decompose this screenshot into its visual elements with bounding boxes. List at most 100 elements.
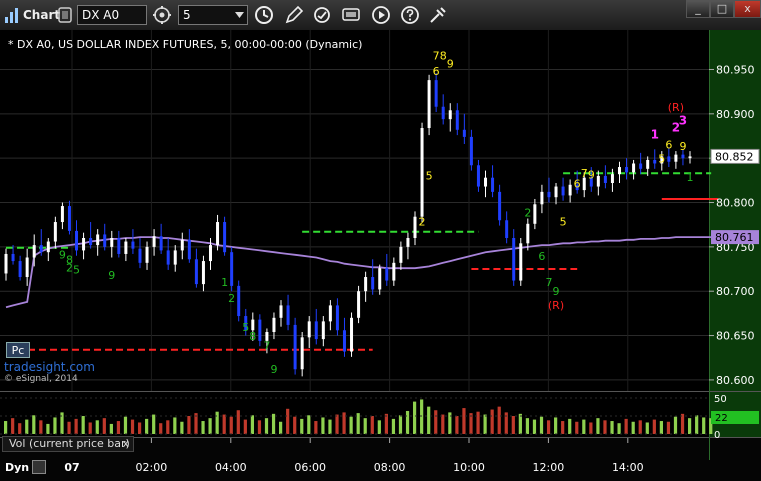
volume-bar <box>279 421 283 434</box>
volume-bar <box>638 420 642 434</box>
ma-price-marker: 80.761 <box>711 230 759 245</box>
volume-bar <box>441 414 445 434</box>
volume-bar <box>46 423 50 434</box>
play-icon[interactable] <box>370 4 392 26</box>
candle-body <box>251 319 255 331</box>
volume-bar <box>391 418 396 434</box>
toolbar: Chart DX A0 5 _ □ x <box>0 0 761 31</box>
watermark: tradesight.com <box>4 360 95 374</box>
td-annotation: 8 <box>249 330 256 343</box>
price-chart[interactable]: 9 82 5 91258792567 892679(R)567 956 91123(R) 8… <box>0 30 761 481</box>
td-annotation: 1 <box>651 128 659 142</box>
dyn-lock-icon[interactable] <box>32 460 46 474</box>
price-tick-label: 80.950 <box>716 63 755 76</box>
dyn-label[interactable]: Dyn <box>5 461 29 474</box>
td-annotation: 9 <box>553 285 560 298</box>
lock-icon[interactable] <box>58 5 72 25</box>
volume-bar <box>166 420 170 434</box>
minimize-button[interactable]: _ <box>686 0 710 18</box>
volume-bar <box>680 413 685 434</box>
candle-body <box>46 241 50 253</box>
candle-body <box>688 156 692 159</box>
volume-bar <box>81 416 85 434</box>
td-annotation: 5 <box>426 169 433 182</box>
candle-body <box>667 156 671 162</box>
close-button[interactable]: x <box>734 0 761 18</box>
interval-select[interactable]: 5 <box>178 5 248 25</box>
volume-bar <box>405 410 410 434</box>
volume-study-label[interactable]: Vol (current price bar) x <box>2 436 134 452</box>
candle-body <box>75 230 79 251</box>
close-study-icon[interactable]: x <box>122 437 129 451</box>
td-annotation: 3 <box>679 113 687 127</box>
volume-bar <box>490 409 494 434</box>
td-annotation: 8 <box>440 50 447 63</box>
td-annotation: 9 <box>270 363 277 376</box>
volume-bar <box>250 415 255 434</box>
volume-bar <box>398 415 403 434</box>
td-annotation: (R) <box>548 299 564 312</box>
refresh-icon[interactable] <box>311 4 333 26</box>
pc-button[interactable]: Pc <box>6 342 30 358</box>
candle-body <box>89 237 93 246</box>
candle-body <box>208 245 212 262</box>
candle-body <box>279 305 283 318</box>
candle-body <box>32 245 36 258</box>
volume-bar <box>18 423 22 434</box>
volume-bar <box>67 421 71 434</box>
volume-bar <box>243 419 247 434</box>
volume-bar <box>412 401 417 434</box>
candle-body <box>413 216 417 238</box>
td-annotation: 6 <box>433 65 440 78</box>
cycle-icon[interactable] <box>151 5 173 25</box>
volume-bar <box>617 423 621 434</box>
volume-pane <box>0 392 709 437</box>
td-annotation: 6 <box>538 250 545 263</box>
candle-body <box>110 237 114 247</box>
td-annotation: 9 <box>447 58 454 71</box>
candle-body <box>103 234 107 247</box>
candle-body <box>540 191 544 205</box>
td-annotation: 2 <box>524 207 531 220</box>
volume-bar <box>215 411 219 434</box>
volume-bar <box>688 418 692 434</box>
candle-body <box>124 241 128 254</box>
volume-bar <box>152 414 156 434</box>
volume-bar <box>532 419 537 434</box>
cursor-icon[interactable] <box>340 4 362 26</box>
volume-current-label: 22 <box>715 413 728 424</box>
volume-bar <box>539 416 544 434</box>
candle-body <box>476 165 480 187</box>
td-annotation: 5 <box>73 263 80 276</box>
volume-bar <box>525 418 530 434</box>
td-annotation: 2 <box>228 292 235 305</box>
candle-body <box>378 268 382 290</box>
volume-bar <box>25 419 29 434</box>
candle-body <box>357 291 361 318</box>
tools-icon[interactable] <box>427 4 449 26</box>
volume-bar <box>624 418 628 434</box>
app-label: Chart <box>23 8 61 22</box>
candle-body <box>639 163 643 169</box>
maximize-button[interactable]: □ <box>710 0 734 18</box>
clock-icon[interactable] <box>253 4 275 26</box>
volume-bar <box>349 416 353 434</box>
volume-bar <box>32 415 36 434</box>
candle-body <box>455 110 459 130</box>
candle-body <box>610 174 614 184</box>
last-price-marker: 80.852 <box>710 148 760 164</box>
volume-bar <box>356 413 360 434</box>
candle-body <box>187 239 191 260</box>
candle-body <box>216 222 220 246</box>
help-icon[interactable] <box>399 4 421 26</box>
volume-bar <box>328 419 332 434</box>
candle-body <box>420 128 424 217</box>
volume-bar <box>695 415 699 434</box>
candle-body <box>646 159 650 169</box>
candle-body <box>596 175 600 187</box>
td-annotation: 7 <box>433 50 440 63</box>
volume-bar <box>476 411 480 434</box>
pencil-icon[interactable] <box>283 4 305 26</box>
symbol-input[interactable]: DX A0 <box>77 5 147 25</box>
candle-body <box>441 106 445 120</box>
